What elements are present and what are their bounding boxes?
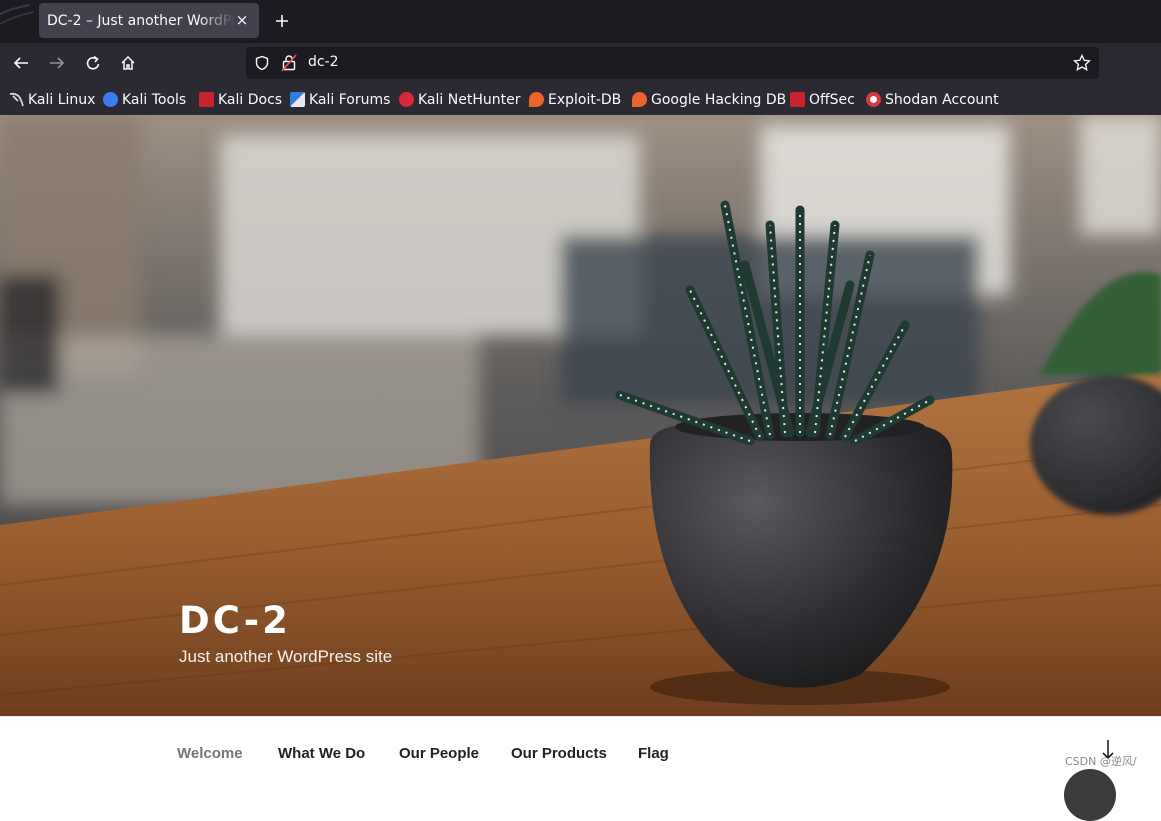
forward-arrow-icon <box>50 57 65 69</box>
watermark: CSDN @逆风/ <box>1065 755 1137 768</box>
kali-corner-icon <box>0 4 35 25</box>
site-title[interactable]: DC-2 <box>179 599 291 642</box>
bookmark-label: Kali Linux <box>28 91 96 108</box>
reload-button[interactable] <box>81 51 105 75</box>
bookmark-google-hacking-db[interactable]: Google Hacking DB <box>632 90 786 109</box>
home-icon <box>121 55 135 70</box>
bookmark-label: Google Hacking DB <box>651 91 787 108</box>
menu-item-our-people[interactable]: Our People <box>399 745 479 762</box>
bookmark-kali-forums[interactable]: Kali Forums <box>290 90 390 109</box>
kali-tools-icon <box>103 92 118 107</box>
home-button[interactable] <box>116 51 140 75</box>
bookmark-exploit-db[interactable]: Exploit-DB <box>529 90 621 109</box>
ghdb-icon <box>632 92 647 107</box>
bookmark-offsec[interactable]: OffSec <box>790 90 855 109</box>
bookmark-kali-tools[interactable]: Kali Tools <box>103 90 186 109</box>
menu-item-our-products[interactable]: Our Products <box>511 745 607 762</box>
insecure-connection-icon[interactable] <box>281 54 297 72</box>
bookmark-star-icon[interactable] <box>1073 54 1091 72</box>
bookmarks-toolbar: Kali Linux Kali Tools Kali Docs Kali For… <box>0 84 1161 115</box>
bookmark-label: OffSec <box>809 91 855 108</box>
plus-icon <box>276 15 288 27</box>
menu-item-flag[interactable]: Flag <box>638 745 669 762</box>
tab-close-icon[interactable]: × <box>233 11 251 29</box>
tab-title: DC-2 – Just another WordPress site <box>47 12 235 29</box>
site-description: Just another WordPress site <box>179 647 393 666</box>
bookmark-kali-nethunter[interactable]: Kali NetHunter <box>399 90 520 109</box>
menu-item-welcome[interactable]: Welcome <box>177 745 243 762</box>
bookmark-label: Exploit-DB <box>548 91 622 108</box>
kali-docs-icon <box>199 92 214 107</box>
bookmark-label: Kali Tools <box>122 91 187 108</box>
site-navigation: Welcome What We Do Our People Our Produc… <box>0 716 1161 821</box>
url-text[interactable]: dc-2 <box>308 54 339 70</box>
header-image: DC-2 Just another WordPress site <box>0 115 1161 716</box>
kali-dragon-icon <box>9 92 24 107</box>
tab-bar: DC-2 – Just another WordPress site × <box>0 0 1161 43</box>
bookmark-shodan-account[interactable]: Shodan Account <box>866 90 999 109</box>
menu-item-what-we-do[interactable]: What We Do <box>278 745 365 762</box>
reload-icon <box>86 55 100 70</box>
shodan-icon <box>866 92 881 107</box>
forward-button[interactable] <box>45 51 69 75</box>
tracking-protection-shield-icon[interactable] <box>254 55 270 71</box>
bookmark-label: Shodan Account <box>885 91 999 108</box>
kali-nethunter-icon <box>399 92 414 107</box>
offsec-icon <box>790 92 805 107</box>
browser-tab[interactable]: DC-2 – Just another WordPress site × <box>39 3 259 38</box>
back-arrow-icon <box>13 57 28 69</box>
url-bar[interactable]: dc-2 <box>246 47 1099 79</box>
navigation-toolbar: dc-2 <box>0 43 1161 84</box>
bookmark-label: Kali Docs <box>218 91 283 108</box>
exploit-db-icon <box>529 92 544 107</box>
succulent-plant-photo <box>0 115 1161 716</box>
bookmark-label: Kali Forums <box>309 91 391 108</box>
kali-forums-icon <box>290 92 305 107</box>
new-tab-button[interactable] <box>270 9 294 33</box>
bookmark-label: Kali NetHunter <box>418 91 521 108</box>
back-button[interactable] <box>9 51 33 75</box>
bookmark-kali-docs[interactable]: Kali Docs <box>199 90 282 109</box>
bookmark-kali-linux[interactable]: Kali Linux <box>9 90 95 109</box>
